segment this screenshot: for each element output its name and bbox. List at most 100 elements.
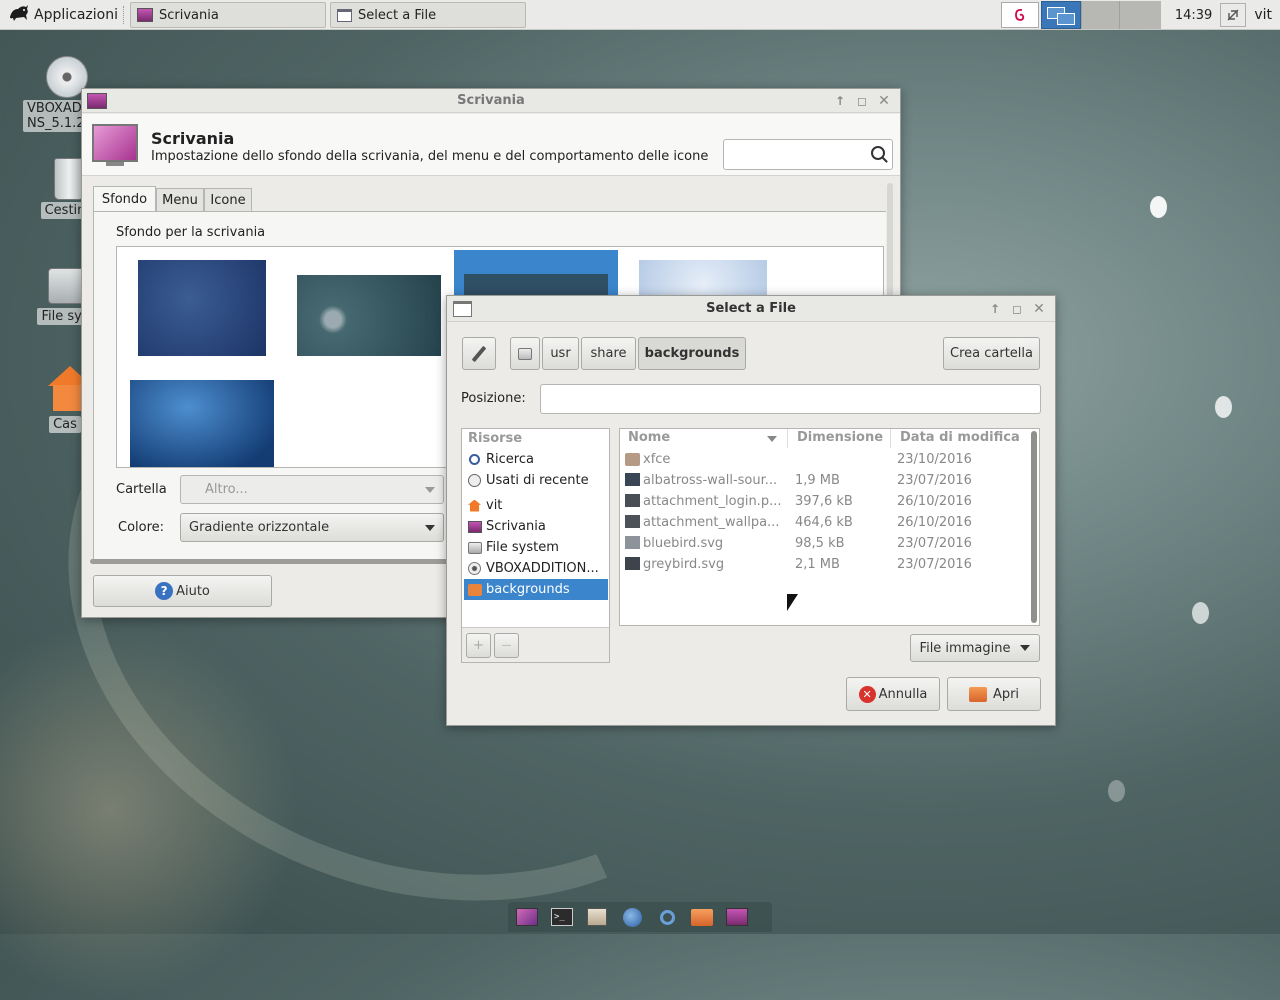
path-button-usr[interactable]: usr [542, 337, 579, 370]
place-home[interactable]: vit [464, 495, 608, 516]
applications-menu[interactable]: Applicazioni [4, 2, 122, 28]
workspace-1[interactable] [1040, 1, 1081, 29]
open-folder-icon [968, 686, 987, 702]
applications-label: Applicazioni [34, 7, 118, 23]
place-filesystem[interactable]: File system [464, 537, 608, 558]
dock-file-manager-icon[interactable] [582, 904, 612, 930]
network-icon[interactable] [1220, 3, 1247, 27]
taskbar-item-select-file[interactable]: Select a File [330, 2, 526, 28]
home-icon [467, 498, 482, 513]
window-icon [337, 8, 352, 22]
file-list: Nome Dimensione Data di modifica xfce 23… [619, 428, 1040, 626]
tab-menu[interactable]: Menu [156, 188, 204, 212]
user-menu[interactable]: vit [1254, 7, 1272, 23]
file-filter-combo[interactable]: File immagine [910, 634, 1040, 662]
path-button-share[interactable]: share [581, 337, 636, 370]
cartella-label: Cartella [116, 482, 167, 497]
column-data-modifica[interactable]: Data di modifica [892, 429, 1028, 448]
window-close-button[interactable]: ✕ [1031, 301, 1047, 317]
wallpaper-thumb[interactable] [297, 275, 441, 356]
places-toolbar: + — [462, 627, 609, 662]
place-label: backgrounds [486, 582, 570, 597]
place-label: vit [486, 498, 503, 513]
path-button-backgrounds[interactable]: backgrounds [638, 337, 746, 370]
settings-search-input[interactable] [723, 139, 893, 170]
cancel-button[interactable]: ✕ Annulla [846, 677, 940, 711]
window-maximize-button[interactable]: ◻ [1009, 301, 1025, 317]
file-row[interactable]: greybird.svg 2,1 MB 23/07/2016 [621, 554, 1027, 575]
dock-settings-manager-icon[interactable] [512, 904, 542, 930]
taskbar-item-label: Scrivania [159, 7, 219, 23]
file-name: attachment_wallpa... [643, 515, 780, 530]
tab-icone[interactable]: Icone [204, 188, 252, 212]
column-label: Dimensione [797, 430, 884, 445]
taskbar-item-scrivania[interactable]: Scrivania [130, 2, 326, 28]
pencil-icon [471, 345, 487, 362]
file-date: 23/07/2016 [897, 473, 972, 488]
wallpaper-thumb[interactable] [130, 380, 274, 467]
debian-icon[interactable] [1000, 2, 1039, 28]
desktop-icon [467, 519, 482, 534]
file-name: attachment_login.p... [643, 494, 782, 509]
dock-desktop-icon[interactable] [722, 904, 752, 930]
clock[interactable]: 14:39 [1175, 8, 1212, 23]
path-root-button[interactable] [510, 337, 540, 370]
file-row[interactable]: attachment_login.p... 397,6 kB 26/10/201… [621, 491, 1027, 512]
file-size: 2,1 MB [795, 557, 840, 572]
wallpaper-thumb[interactable] [138, 260, 266, 356]
file-row[interactable]: bluebird.svg 98,5 kB 23/07/2016 [621, 533, 1027, 554]
image-file-icon [625, 494, 640, 507]
cartella-value: Altro... [205, 482, 248, 497]
image-file-icon [625, 536, 640, 549]
edit-location-button[interactable] [462, 337, 496, 370]
window-shade-button[interactable]: ↑ [987, 301, 1003, 317]
dock-web-browser-icon[interactable] [617, 904, 647, 930]
column-label: Data di modifica [900, 430, 1020, 445]
file-row[interactable]: albatross-wall-sour... 1,9 MB 23/07/2016 [621, 470, 1027, 491]
tab-sfondo[interactable]: Sfondo [93, 186, 156, 212]
desktop-icon-label: Cas [49, 416, 81, 433]
place-vboxadditions[interactable]: VBOXADDITION... [464, 558, 608, 579]
file-list-header: Nome Dimensione Data di modifica [620, 429, 1028, 448]
place-scrivania[interactable]: Scrivania [464, 516, 608, 537]
cartella-combo[interactable]: Altro... [180, 475, 444, 504]
file-dialog-titlebar[interactable]: Select a File ↑ ◻ ✕ [447, 296, 1055, 322]
column-nome[interactable]: Nome [620, 429, 788, 448]
add-bookmark-button[interactable]: + [466, 633, 491, 658]
dock-search-icon[interactable] [652, 904, 682, 930]
desktop-settings-icon [137, 8, 153, 22]
window-maximize-button[interactable]: ◻ [854, 93, 870, 109]
remove-bookmark-button[interactable]: — [494, 633, 519, 658]
file-list-scrollbar[interactable] [1031, 431, 1037, 623]
file-row[interactable]: attachment_wallpa... 464,6 kB 26/10/2016 [621, 512, 1027, 533]
minus-icon: — [501, 640, 512, 651]
file-row[interactable]: xfce 23/10/2016 [621, 449, 1027, 470]
column-dimensione[interactable]: Dimensione [789, 429, 891, 448]
window-shade-button[interactable]: ↑ [832, 93, 848, 109]
workspace-3[interactable] [1118, 1, 1161, 29]
file-dialog: Select a File ↑ ◻ ✕ usr share background… [446, 295, 1056, 726]
place-recenti[interactable]: Usati di recente [464, 470, 608, 491]
open-button[interactable]: Apri [947, 677, 1041, 711]
place-label: Ricerca [486, 452, 534, 467]
workspace-2[interactable] [1080, 1, 1119, 29]
folder-icon [467, 582, 482, 597]
dock-terminal-icon[interactable]: >_ [547, 904, 577, 930]
section-label: Sfondo per la scrivania [116, 225, 266, 240]
desktop-settings-icon [92, 124, 138, 162]
harddisk-icon [467, 540, 482, 555]
location-input[interactable] [540, 384, 1041, 414]
place-backgrounds[interactable]: backgrounds [464, 579, 608, 600]
help-label: Aiuto [176, 583, 210, 599]
trash-icon [54, 158, 84, 200]
plus-icon: + [473, 638, 484, 653]
dock-home-folder-icon[interactable] [687, 904, 717, 930]
window-close-button[interactable]: ✕ [876, 93, 892, 109]
file-size: 464,6 kB [795, 515, 853, 530]
place-ricerca[interactable]: Ricerca [464, 449, 608, 470]
create-folder-button[interactable]: Crea cartella [943, 337, 1040, 370]
settings-titlebar[interactable]: Scrivania ↑ ◻ ✕ [82, 89, 900, 113]
colore-combo[interactable]: Gradiente orizzontale [180, 513, 444, 542]
tab-label: Menu [162, 193, 198, 208]
help-button[interactable]: ? Aiuto [93, 575, 272, 607]
